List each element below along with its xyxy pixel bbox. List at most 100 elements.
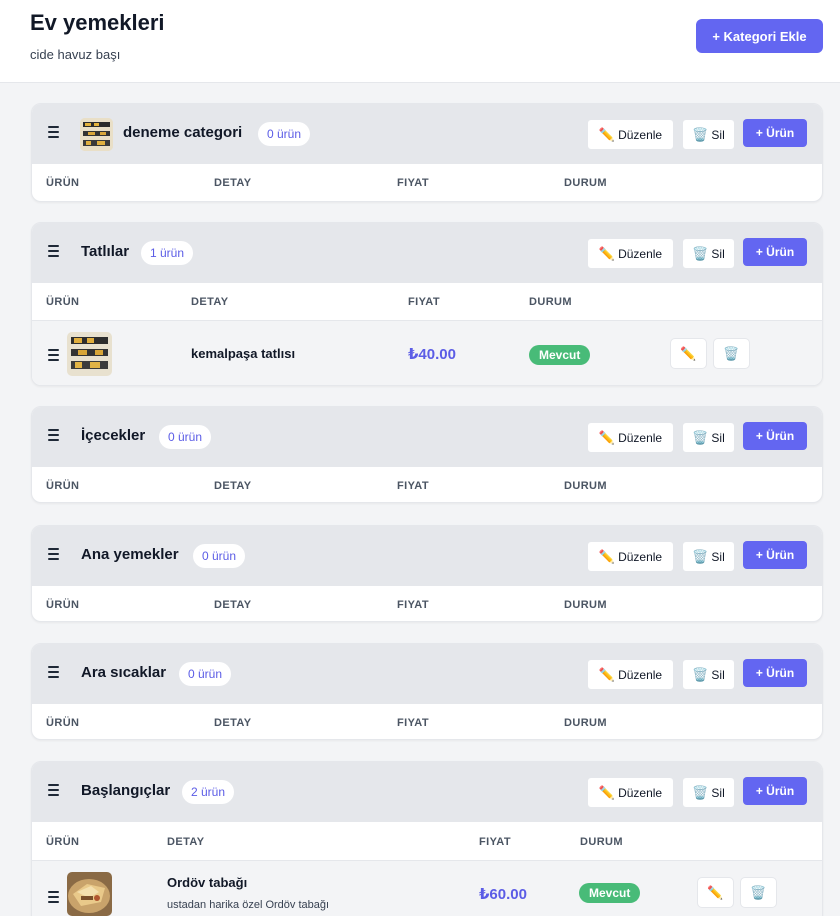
column-header-price: FIYAT	[408, 296, 440, 308]
edit-label: Düzenle	[618, 430, 663, 445]
column-header-price: FIYAT	[397, 599, 429, 611]
column-header-status: DURUM	[529, 296, 572, 308]
product-count-badge: 0 ürün	[193, 544, 246, 568]
product-price: ₺60.00	[479, 886, 527, 903]
category-card: Ana yemekler 0 ürün ✏️ Düzenle 🗑️ Sil + Ür…	[31, 525, 823, 622]
delete-category-button[interactable]: 🗑️ Sil	[682, 119, 735, 150]
delete-category-button[interactable]: 🗑️ Sil	[682, 659, 735, 690]
drag-handle-icon[interactable]	[48, 784, 59, 796]
category-name: Ara sıcaklar	[81, 664, 167, 681]
edit-category-button[interactable]: ✏️ Düzenle	[587, 777, 674, 808]
table-row: kemalpaşa tatlısı ₺40.00 Mevcut ✏️ 🗑️	[32, 320, 822, 385]
add-product-button[interactable]: + Ürün	[743, 659, 807, 687]
category-header: Tatlılar 1 ürün ✏️ Düzenle 🗑️ Sil + Ürün	[32, 223, 822, 283]
category-header: İçecekler 0 ürün ✏️ Düzenle 🗑️ Sil + Ürün	[32, 407, 822, 467]
column-header-product: ÜRÜN	[46, 480, 80, 492]
edit-category-button[interactable]: ✏️ Düzenle	[587, 422, 674, 453]
product-image	[67, 872, 112, 916]
column-header-product: ÜRÜN	[46, 717, 80, 729]
pencil-icon: ✏️	[707, 885, 724, 900]
category-card: Başlangıçlar 2 ürün ✏️ Düzenle 🗑️ Sil + Ür…	[31, 761, 823, 916]
column-header-detail: DETAY	[167, 836, 205, 848]
delete-label: Sil	[711, 667, 725, 682]
trash-icon: 🗑️	[692, 667, 709, 682]
category-header: deneme categori 0 ürün ✏️ Düzenle 🗑️ Sil +…	[32, 104, 822, 164]
column-header-price: FIYAT	[397, 480, 429, 492]
column-header-status: DURUM	[564, 599, 607, 611]
pencil-icon: ✏️	[598, 549, 616, 564]
delete-product-button[interactable]: 🗑️	[740, 877, 777, 908]
column-header-status: DURUM	[564, 717, 607, 729]
category-name: Tatlılar	[81, 243, 130, 260]
category-header: Ana yemekler 0 ürün ✏️ Düzenle 🗑️ Sil + Ür…	[32, 526, 822, 586]
add-product-button[interactable]: + Ürün	[743, 777, 807, 805]
delete-category-button[interactable]: 🗑️ Sil	[682, 541, 735, 572]
product-name: kemalpaşa tatlısı	[191, 346, 296, 361]
column-header-status: DURUM	[580, 836, 623, 848]
drag-handle-icon[interactable]	[48, 429, 59, 441]
column-header-status: DURUM	[564, 177, 607, 189]
pencil-icon: ✏️	[598, 430, 616, 445]
category-name: Başlangıçlar	[81, 782, 171, 799]
column-header-product: ÜRÜN	[46, 296, 80, 308]
drag-handle-icon[interactable]	[48, 891, 59, 903]
trash-icon: 🗑️	[750, 885, 767, 900]
edit-category-button[interactable]: ✏️ Düzenle	[587, 541, 674, 572]
drag-handle-icon[interactable]	[48, 548, 59, 560]
category-header: Ara sıcaklar 0 ürün ✏️ Düzenle 🗑️ Sil + Ür…	[32, 644, 822, 704]
trash-icon: 🗑️	[723, 346, 740, 361]
category-image	[80, 118, 113, 151]
status-badge: Mevcut	[579, 883, 641, 903]
edit-label: Düzenle	[618, 127, 663, 142]
status-badge: Mevcut	[529, 345, 591, 365]
add-product-button[interactable]: + Ürün	[743, 541, 807, 569]
column-header-price: FIYAT	[479, 836, 511, 848]
edit-label: Düzenle	[618, 667, 663, 682]
drag-handle-icon[interactable]	[48, 245, 59, 257]
add-category-button[interactable]: + Kategori Ekle	[696, 19, 823, 53]
edit-label: Düzenle	[618, 246, 663, 261]
delete-label: Sil	[711, 127, 725, 142]
add-product-button[interactable]: + Ürün	[743, 119, 807, 147]
delete-category-button[interactable]: 🗑️ Sil	[682, 238, 735, 269]
column-header-price: FIYAT	[397, 177, 429, 189]
category-card: İçecekler 0 ürün ✏️ Düzenle 🗑️ Sil + Ürün …	[31, 406, 823, 503]
category-name: İçecekler	[81, 427, 146, 444]
category-card: deneme categori 0 ürün ✏️ Düzenle 🗑️ Sil +…	[31, 103, 823, 202]
edit-category-button[interactable]: ✏️ Düzenle	[587, 659, 674, 690]
product-description: ustadan harika özel Ordöv tabağı	[167, 899, 330, 911]
product-count-badge: 2 ürün	[182, 780, 235, 804]
add-product-button[interactable]: + Ürün	[743, 238, 807, 266]
delete-label: Sil	[711, 549, 725, 564]
column-header-product: ÜRÜN	[46, 599, 80, 611]
page-title: Ev yemekleri	[30, 10, 165, 35]
edit-label: Düzenle	[618, 549, 663, 564]
delete-label: Sil	[711, 246, 725, 261]
product-count-badge: 0 ürün	[179, 662, 232, 686]
page-subtitle: cide havuz başı	[30, 47, 121, 62]
trash-icon: 🗑️	[692, 549, 709, 564]
column-header-price: FIYAT	[397, 717, 429, 729]
edit-category-button[interactable]: ✏️ Düzenle	[587, 238, 674, 269]
edit-product-button[interactable]: ✏️	[670, 338, 707, 369]
edit-category-button[interactable]: ✏️ Düzenle	[587, 119, 674, 150]
delete-product-button[interactable]: 🗑️	[713, 338, 750, 369]
product-price: ₺40.00	[408, 346, 456, 363]
drag-handle-icon[interactable]	[48, 126, 59, 138]
trash-icon: 🗑️	[692, 246, 709, 261]
product-image	[67, 332, 112, 376]
drag-handle-icon[interactable]	[48, 666, 59, 678]
product-count-badge: 0 ürün	[258, 122, 311, 146]
pencil-icon: ✏️	[598, 667, 616, 682]
column-header-product: ÜRÜN	[46, 177, 80, 189]
product-count-badge: 1 ürün	[141, 241, 194, 265]
category-card: Ara sıcaklar 0 ürün ✏️ Düzenle 🗑️ Sil + Ür…	[31, 643, 823, 740]
column-header-status: DURUM	[564, 480, 607, 492]
delete-category-button[interactable]: 🗑️ Sil	[682, 777, 735, 808]
edit-product-button[interactable]: ✏️	[697, 877, 734, 908]
pencil-icon: ✏️	[598, 246, 616, 261]
add-product-button[interactable]: + Ürün	[743, 422, 807, 450]
column-header-detail: DETAY	[191, 296, 229, 308]
delete-category-button[interactable]: 🗑️ Sil	[682, 422, 735, 453]
drag-handle-icon[interactable]	[48, 349, 59, 361]
